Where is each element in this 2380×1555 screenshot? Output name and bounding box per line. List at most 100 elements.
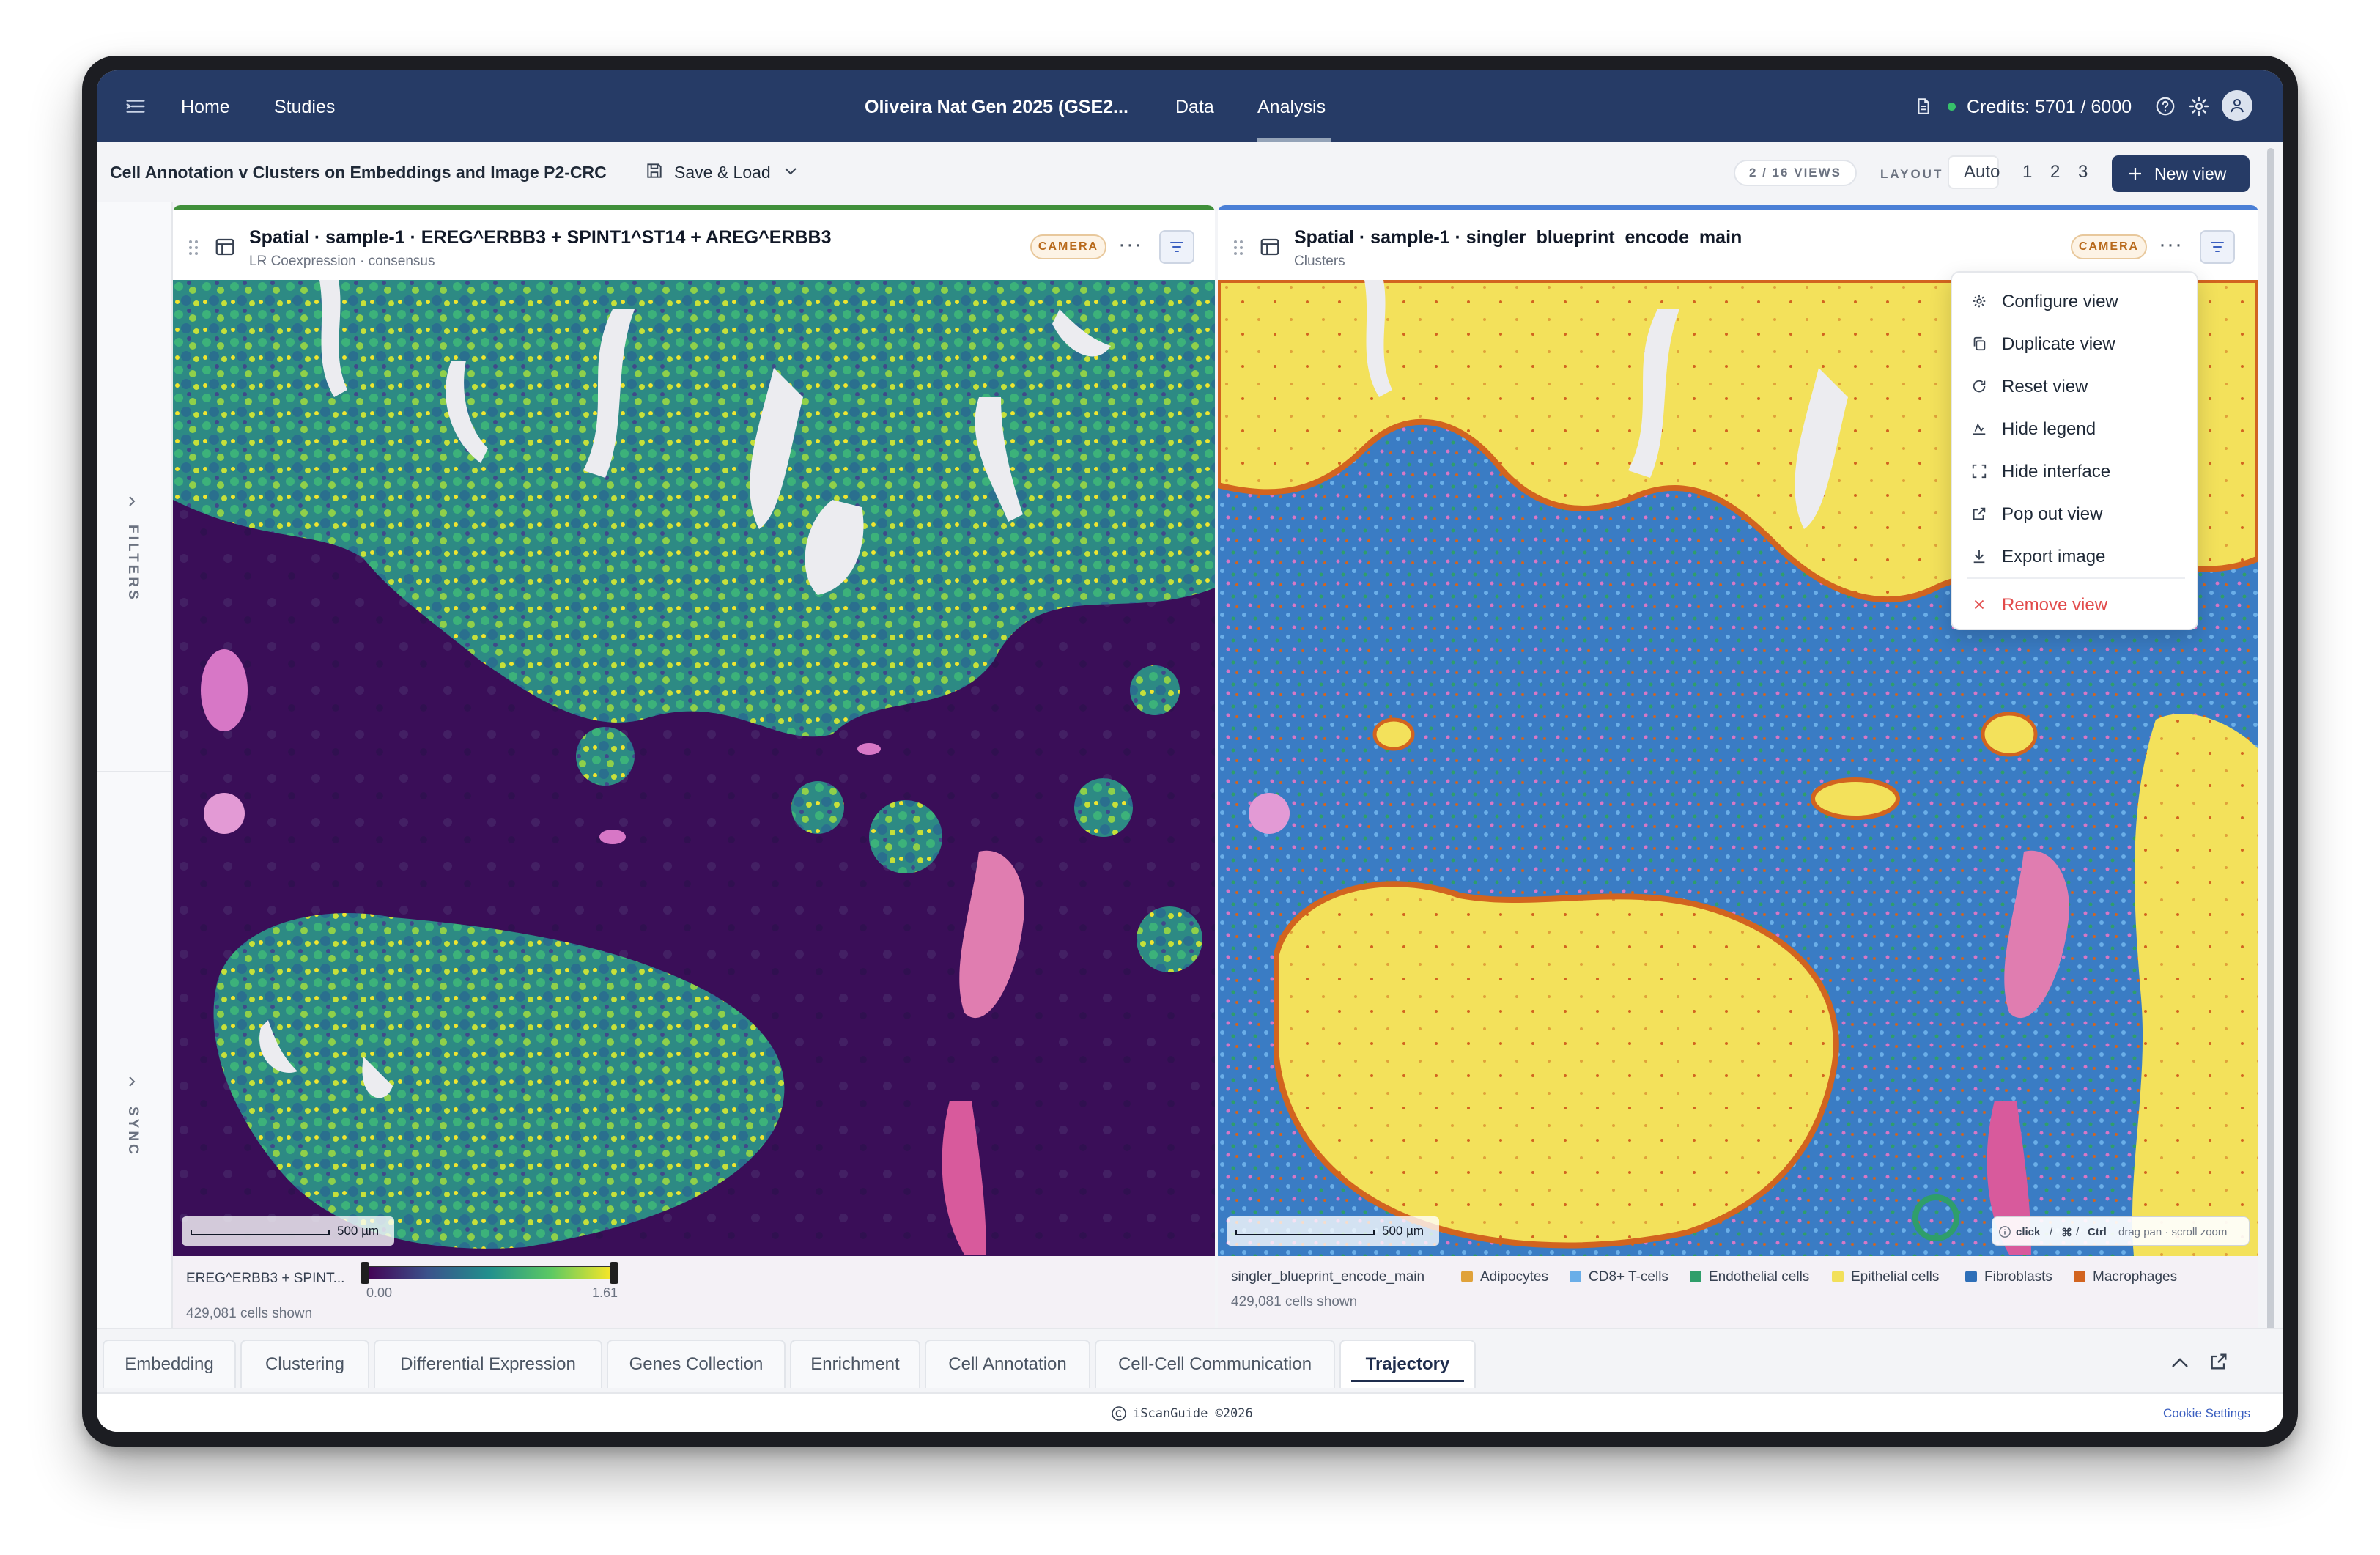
menu-item-remove-view[interactable]: Remove view xyxy=(1952,583,2197,626)
chevron-up-icon[interactable] xyxy=(2170,1356,2189,1369)
page-scrollbar[interactable] xyxy=(2267,148,2274,1394)
layout-option-3[interactable]: 3 xyxy=(2078,162,2088,182)
dashboard-title: Cell Annotation v Clusters on Embeddings… xyxy=(110,163,607,182)
tab-trajectory[interactable]: Trajectory xyxy=(1339,1340,1476,1388)
legend-swatch xyxy=(1832,1271,1844,1282)
coexpression-spatial-image[interactable]: 500 µm xyxy=(173,280,1215,1256)
legend-label: Fibroblasts xyxy=(1984,1269,2052,1285)
more-options-icon[interactable]: ··· xyxy=(1118,234,1142,256)
more-options-icon[interactable]: ··· xyxy=(2159,234,2183,256)
sidebar-toggle-icon[interactable] xyxy=(125,95,147,117)
coexpression-tissue-map[interactable] xyxy=(173,280,1215,1256)
user-icon xyxy=(2231,99,2244,113)
menu-item-hide-interface[interactable]: Hide interface xyxy=(1952,450,2197,492)
view-context-menu: Configure view Duplicate view Reset view… xyxy=(1951,271,2198,630)
cells-shown-count: 429,081 cells shown xyxy=(1231,1294,1358,1310)
layout-option-auto[interactable]: Auto xyxy=(1964,162,2000,182)
tab-cell-annotation[interactable]: Cell Annotation xyxy=(925,1340,1090,1388)
new-view-label: New view xyxy=(2154,164,2227,183)
close-icon xyxy=(1974,599,1984,610)
download-icon xyxy=(1973,550,1985,564)
filters-rail-label[interactable]: FILTERS xyxy=(125,525,141,602)
panel-title: Spatial · sample-1 · singler_blueprint_e… xyxy=(1294,227,1742,248)
app-screen: Home Studies Oliveira Nat Gen 2025 (GSE2… xyxy=(97,70,2283,1432)
sync-expand-chevron-icon[interactable] xyxy=(125,1074,139,1089)
legend-label: Epithelial cells xyxy=(1851,1269,1940,1285)
tab-embedding[interactable]: Embedding xyxy=(103,1340,236,1388)
nav-studies[interactable]: Studies xyxy=(274,97,335,118)
menu-item-export-image[interactable]: Export image xyxy=(1952,535,2197,577)
copy-icon xyxy=(1973,336,1986,351)
tab-differential-expression[interactable]: Differential Expression xyxy=(374,1340,602,1388)
menu-item-hide-legend[interactable]: Hide legend xyxy=(1952,407,2197,450)
drag-handle-icon[interactable] xyxy=(188,239,199,256)
scale-bar-line xyxy=(1235,1230,1375,1235)
layout-option-2[interactable]: 2 xyxy=(2050,162,2060,182)
plus-icon xyxy=(2129,168,2141,180)
menu-item-duplicate-view[interactable]: Duplicate view xyxy=(1952,322,2197,365)
cookie-settings-link[interactable]: Cookie Settings xyxy=(2163,1406,2250,1421)
nav-study-title[interactable]: Oliveira Nat Gen 2025 (GSE2... xyxy=(865,97,1128,118)
hint-separator-2: / xyxy=(2076,1226,2080,1238)
save-icon xyxy=(647,163,662,178)
expand-icon xyxy=(1972,464,1987,479)
scale-bar: 500 µm xyxy=(1227,1216,1439,1246)
reset-icon xyxy=(1973,380,1986,393)
hint-text: drag pan · scroll zoom xyxy=(2118,1226,2228,1238)
nav-analysis[interactable]: Analysis xyxy=(1257,97,1326,118)
menu-item-pop-out-view[interactable]: Pop out view xyxy=(1952,492,2197,535)
legend-label: Endothelial cells xyxy=(1709,1269,1810,1285)
chevron-down-icon[interactable] xyxy=(784,166,797,177)
nav-home[interactable]: Home xyxy=(181,97,230,118)
hint-separator-1: / xyxy=(2050,1226,2053,1238)
document-icon[interactable] xyxy=(1914,94,1933,119)
credits-status-dot xyxy=(1948,103,1956,111)
panel-header: Spatial · sample-1 · EREG^ERBB3 + SPINT1… xyxy=(173,210,1215,280)
filter-icon xyxy=(2211,242,2224,252)
nav-data[interactable]: Data xyxy=(1175,97,1214,118)
menu-item-reset-view[interactable]: Reset view xyxy=(1952,365,2197,407)
tab-clustering[interactable]: Clustering xyxy=(240,1340,369,1388)
user-avatar[interactable] xyxy=(2222,90,2252,121)
sync-rail-label[interactable]: SYNC xyxy=(125,1107,141,1157)
drag-handle-icon[interactable] xyxy=(1232,239,1244,256)
legend-swatch xyxy=(2074,1271,2085,1282)
colorbar-max-handle[interactable] xyxy=(610,1262,618,1284)
layout-option-1[interactable]: 1 xyxy=(2022,162,2032,182)
panel-legend: singler_blueprint_encode_main Adipocytes… xyxy=(1218,1256,2258,1329)
legend-title: singler_blueprint_encode_main xyxy=(1231,1269,1425,1285)
view-toolbar: Cell Annotation v Clusters on Embeddings… xyxy=(97,142,2283,202)
camera-badge[interactable]: CAMERA xyxy=(1030,234,1106,259)
settings-gear-icon[interactable] xyxy=(2188,94,2210,119)
views-count-badge: 2 / 16 VIEWS xyxy=(1734,160,1857,186)
external-link-icon[interactable] xyxy=(2209,1351,2229,1372)
filters-expand-chevron-icon[interactable] xyxy=(125,494,139,509)
menu-item-configure-view[interactable]: Configure view xyxy=(1952,280,2197,322)
panel-filter-button[interactable] xyxy=(1159,230,1194,264)
tab-cell-cell-communication[interactable]: Cell-Cell Communication xyxy=(1095,1340,1335,1388)
help-icon[interactable] xyxy=(2154,94,2176,119)
eye-off-icon xyxy=(1973,423,1986,435)
camera-badge[interactable]: CAMERA xyxy=(2071,234,2147,259)
tab-enrichment[interactable]: Enrichment xyxy=(790,1340,920,1388)
legend-swatch xyxy=(1570,1271,1581,1282)
legend-swatch xyxy=(1965,1271,1977,1282)
scale-bar-line xyxy=(191,1230,330,1235)
footer-brand: iScanGuide ©2026 xyxy=(1133,1406,1253,1421)
menu-item-label: Configure view xyxy=(2002,292,2118,311)
info-icon xyxy=(1999,1226,2011,1238)
panel-subtitle: Clusters xyxy=(1294,254,1345,269)
analysis-tabs-bar: Embedding Clustering Differential Expres… xyxy=(97,1328,2283,1392)
credits-readout: Credits: 5701 / 6000 xyxy=(1967,97,2132,117)
menu-item-label: Reset view xyxy=(2002,377,2088,396)
save-load-button[interactable]: Save & Load xyxy=(674,163,771,182)
scale-bar: 500 µm xyxy=(182,1216,394,1246)
legend-label: Macrophages xyxy=(2093,1269,2178,1285)
gear-icon xyxy=(1973,295,1986,308)
panel-subtitle: LR Coexpression · consensus xyxy=(249,254,435,269)
tab-genes-collection[interactable]: Genes Collection xyxy=(607,1340,786,1388)
new-view-button[interactable]: New view xyxy=(2112,155,2250,192)
panel-filter-button[interactable] xyxy=(2200,230,2235,264)
colorbar-min-handle[interactable] xyxy=(361,1262,369,1284)
table-view-icon xyxy=(1260,238,1279,256)
